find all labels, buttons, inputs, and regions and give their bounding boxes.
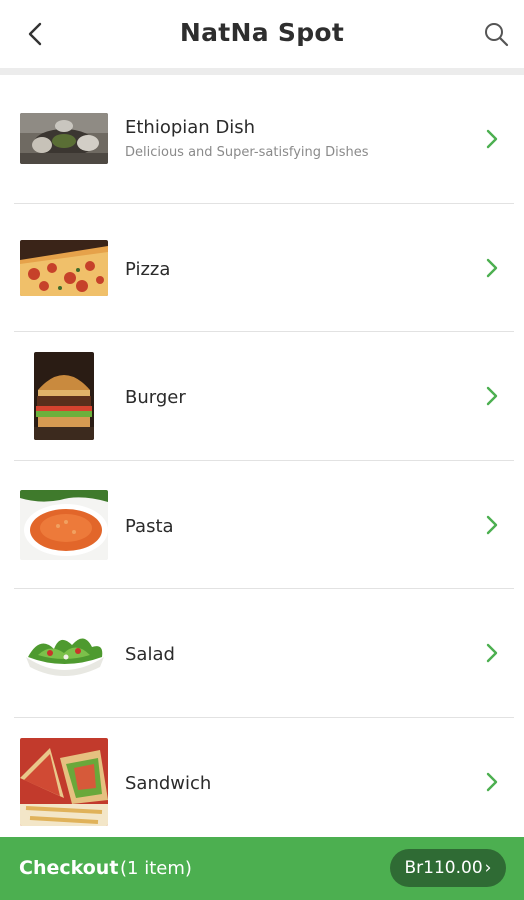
pasta-photo — [20, 489, 108, 560]
category-label: Pizza — [125, 258, 171, 280]
category-label: Sandwich — [125, 772, 212, 794]
app-screen: NatNa Spot Ethiopian Dish Delicious and … — [0, 0, 524, 900]
search-button[interactable] — [478, 16, 514, 52]
chevron-right-icon — [486, 772, 498, 791]
top-app-bar: NatNa Spot — [0, 0, 524, 68]
checkout-item-count: (1 item) — [120, 858, 192, 879]
chevron-right-icon — [486, 643, 498, 663]
checkout-bar[interactable]: Checkout (1 item) Br110.00 › — [0, 837, 524, 900]
category-row-salad[interactable]: Salad — [0, 589, 524, 718]
ethiopian-dish-photo — [20, 113, 108, 164]
category-label: Ethiopian Dish — [125, 117, 256, 138]
header-divider — [0, 68, 524, 75]
category-subtitle: Delicious and Super-satisfying Dishes — [125, 145, 369, 160]
category-row-burger[interactable]: Burger — [0, 332, 524, 461]
chevron-right-icon — [486, 258, 498, 277]
category-row-pasta[interactable]: Pasta — [0, 461, 524, 589]
chevron-right-icon — [486, 129, 498, 149]
chevron-right-icon — [486, 386, 498, 406]
pizza-photo — [20, 239, 108, 296]
category-label: Pasta — [125, 515, 174, 537]
salad-photo — [20, 627, 108, 679]
checkout-label: Checkout — [19, 857, 119, 879]
chevron-right-icon — [486, 515, 498, 534]
burger-photo — [34, 352, 94, 440]
category-list: Ethiopian Dish Delicious and Super-satis… — [0, 75, 524, 846]
category-row-pizza[interactable]: Pizza — [0, 204, 524, 332]
category-label: Salad — [125, 644, 175, 665]
page-title: NatNa Spot — [179, 18, 345, 47]
category-row-sandwich[interactable]: Sandwich — [0, 718, 524, 847]
chevron-right-icon: › — [484, 858, 492, 878]
category-label: Burger — [125, 387, 186, 408]
checkout-price: Br110.00 — [404, 858, 483, 878]
checkout-price-button[interactable]: Br110.00 › — [390, 849, 506, 887]
search-icon — [485, 23, 509, 47]
category-row-ethiopian-dish[interactable]: Ethiopian Dish Delicious and Super-satis… — [0, 75, 524, 204]
sandwich-photo — [20, 737, 108, 826]
